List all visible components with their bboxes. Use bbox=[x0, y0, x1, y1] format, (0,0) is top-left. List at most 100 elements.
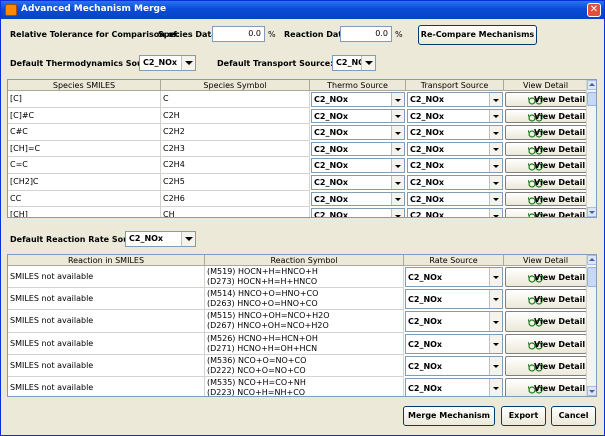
scroll-up-icon[interactable] bbox=[587, 80, 596, 90]
reaction-scrollbar[interactable] bbox=[586, 255, 596, 396]
close-button[interactable]: ✕ bbox=[587, 3, 601, 17]
species-symbol-cell[interactable]: C2H4 bbox=[161, 157, 310, 174]
view-detail-button[interactable]: View Detail bbox=[505, 141, 587, 157]
transport-source-value: C2_NOx bbox=[410, 95, 445, 104]
view-detail-button[interactable]: View Detail bbox=[505, 267, 587, 288]
reaction-symbol-cell[interactable]: (M535) NCO+H=CO+NH (D223) NCO+H=NH+CO bbox=[205, 377, 404, 396]
reaction-tolerance-input[interactable]: 0.0 bbox=[340, 26, 392, 42]
species-symbol-cell[interactable]: CH bbox=[161, 207, 310, 217]
col-reaction-symbol[interactable]: Reaction Symbol bbox=[205, 255, 404, 266]
view-detail-button[interactable]: View Detail bbox=[505, 92, 587, 107]
species-symbol-cell[interactable]: C2H5 bbox=[161, 174, 310, 191]
species-symbol-cell[interactable]: C2H bbox=[161, 107, 310, 125]
thermo-source-select[interactable]: C2_NOx bbox=[311, 208, 405, 217]
thermo-source-value: C2_NOx bbox=[314, 95, 349, 104]
default-thermo-select[interactable]: C2_NOx bbox=[139, 55, 196, 71]
view-detail-button[interactable]: View Detail bbox=[505, 158, 587, 173]
scroll-up-icon[interactable] bbox=[587, 255, 596, 265]
rate-source-select[interactable]: C2_NOx bbox=[405, 311, 503, 332]
view-detail-button[interactable]: View Detail bbox=[505, 333, 587, 354]
species-smiles-cell[interactable]: C#C bbox=[8, 124, 161, 141]
view-detail-button[interactable]: View Detail bbox=[505, 125, 587, 140]
reaction-smiles-cell[interactable]: SMILES not available bbox=[8, 266, 205, 289]
col-species-symbol[interactable]: Species Symbol bbox=[161, 80, 310, 91]
view-detail-button[interactable]: View Detail bbox=[505, 208, 587, 217]
col-rate-source[interactable]: Rate Source bbox=[404, 255, 504, 266]
reaction-symbol-cell[interactable]: (M519) HOCN+H=HNCO+H (D273) HOCN+H=H+HNCO bbox=[205, 266, 404, 289]
rate-source-select[interactable]: C2_NOx bbox=[405, 333, 503, 354]
species-symbol-cell[interactable]: C2H3 bbox=[161, 140, 310, 158]
rate-source-select[interactable]: C2_NOx bbox=[405, 289, 503, 310]
rate-source-select[interactable]: C2_NOx bbox=[405, 378, 503, 396]
reaction-symbol-line-2: (D222) NCO+O=NO+CO bbox=[207, 365, 306, 375]
view-detail-button[interactable]: View Detail bbox=[505, 108, 587, 124]
export-button[interactable]: Export bbox=[501, 406, 546, 426]
thermo-source-select[interactable]: C2_NOx bbox=[311, 191, 405, 207]
species-smiles-cell[interactable]: [C]#C bbox=[8, 107, 161, 125]
recompare-mechanisms-button[interactable]: Re-Compare Mechanisms bbox=[418, 25, 537, 45]
default-transport-label: Default Transport Source: bbox=[217, 59, 334, 68]
view-detail-button[interactable]: View Detail bbox=[505, 289, 587, 310]
reaction-symbol-cell[interactable]: (M536) NCO+O=NO+CO (D222) NCO+O=NO+CO bbox=[205, 354, 404, 377]
default-thermo-value: C2_NOx bbox=[143, 58, 178, 67]
reaction-smiles-cell[interactable]: SMILES not available bbox=[8, 310, 205, 333]
cancel-button[interactable]: Cancel bbox=[551, 406, 596, 426]
thermo-source-select[interactable]: C2_NOx bbox=[311, 92, 405, 107]
species-smiles-cell[interactable]: [CH2]C bbox=[8, 174, 161, 191]
species-tolerance-input[interactable]: 0.0 bbox=[212, 26, 265, 42]
col-thermo-source[interactable]: Thermo Source bbox=[310, 80, 406, 91]
reaction-symbol-cell[interactable]: (M526) HCNO+H=HCN+OH (D271) HCNO+H=OH+HCN bbox=[205, 332, 404, 355]
reaction-smiles-cell[interactable]: SMILES not available bbox=[8, 288, 205, 311]
species-smiles-cell[interactable]: C=C bbox=[8, 157, 161, 174]
col-transport-source[interactable]: Transport Source bbox=[406, 80, 504, 91]
thermo-source-select[interactable]: C2_NOx bbox=[311, 158, 405, 173]
transport-source-select[interactable]: C2_NOx bbox=[407, 158, 503, 173]
rate-source-select[interactable]: C2_NOx bbox=[405, 355, 503, 376]
reaction-symbol-cell[interactable]: (M514) HNCO+O=HNO+CO (D263) HNCO+O=HNO+CO bbox=[205, 288, 404, 311]
transport-source-select[interactable]: C2_NOx bbox=[407, 208, 503, 217]
default-transport-select[interactable]: C2_NOx bbox=[332, 55, 376, 71]
transport-source-select[interactable]: C2_NOx bbox=[407, 108, 503, 124]
species-symbol-cell[interactable]: C2H6 bbox=[161, 190, 310, 208]
view-detail-button[interactable]: View Detail bbox=[505, 175, 587, 190]
scroll-down-icon[interactable] bbox=[587, 386, 596, 396]
thermo-source-select[interactable]: C2_NOx bbox=[311, 108, 405, 124]
chevron-down-icon bbox=[489, 176, 502, 189]
reaction-smiles-cell[interactable]: SMILES not available bbox=[8, 332, 205, 355]
thermo-source-select[interactable]: C2_NOx bbox=[311, 175, 405, 190]
thermo-source-select[interactable]: C2_NOx bbox=[311, 141, 405, 157]
table-row: SMILES not available (M515) HNCO+OH=NCO+H… bbox=[8, 310, 588, 333]
view-detail-button[interactable]: View Detail bbox=[505, 378, 587, 396]
transport-source-select[interactable]: C2_NOx bbox=[407, 191, 503, 207]
species-smiles-cell[interactable]: [CH] bbox=[8, 207, 161, 217]
scroll-down-icon[interactable] bbox=[587, 207, 596, 217]
col-view-detail[interactable]: View Detail bbox=[504, 255, 588, 266]
view-detail-button[interactable]: View Detail bbox=[505, 355, 587, 376]
transport-source-select[interactable]: C2_NOx bbox=[407, 92, 503, 107]
species-scrollbar[interactable] bbox=[586, 80, 596, 217]
view-detail-button[interactable]: View Detail bbox=[505, 311, 587, 332]
rate-source-select[interactable]: C2_NOx bbox=[405, 267, 503, 288]
scroll-thumb[interactable] bbox=[587, 92, 596, 106]
reaction-smiles-cell[interactable]: SMILES not available bbox=[8, 354, 205, 377]
reaction-symbol-cell[interactable]: (M515) HNCO+OH=NCO+H2O (D267) HNCO+OH=NCO… bbox=[205, 310, 404, 333]
view-detail-button[interactable]: View Detail bbox=[505, 191, 587, 207]
reaction-smiles-cell[interactable]: SMILES not available bbox=[8, 377, 205, 396]
col-reaction-smiles[interactable]: Reaction in SMILES bbox=[8, 255, 205, 266]
col-species-smiles[interactable]: Species SMILES bbox=[8, 80, 161, 91]
transport-source-select[interactable]: C2_NOx bbox=[407, 125, 503, 140]
species-smiles-cell[interactable]: [CH]=C bbox=[8, 140, 161, 158]
species-smiles-cell[interactable]: CC bbox=[8, 190, 161, 208]
col-view-detail[interactable]: View Detail bbox=[504, 80, 588, 91]
species-symbol-cell[interactable]: C2H2 bbox=[161, 124, 310, 141]
thermo-source-select[interactable]: C2_NOx bbox=[311, 125, 405, 140]
transport-source-select[interactable]: C2_NOx bbox=[407, 175, 503, 190]
reaction-symbol-line-1: (M536) NCO+O=NO+CO bbox=[207, 355, 307, 365]
merge-mechanism-button[interactable]: Merge Mechanism bbox=[403, 406, 495, 426]
default-rate-select[interactable]: C2_NOx bbox=[125, 231, 196, 247]
species-smiles-cell[interactable]: [C] bbox=[8, 91, 161, 108]
table-row: [CH]=C C2H3 C2_NOx C2_NOx View Detail bbox=[8, 140, 588, 158]
scroll-thumb[interactable] bbox=[587, 267, 596, 287]
species-symbol-cell[interactable]: C bbox=[161, 91, 310, 108]
transport-source-select[interactable]: C2_NOx bbox=[407, 141, 503, 157]
